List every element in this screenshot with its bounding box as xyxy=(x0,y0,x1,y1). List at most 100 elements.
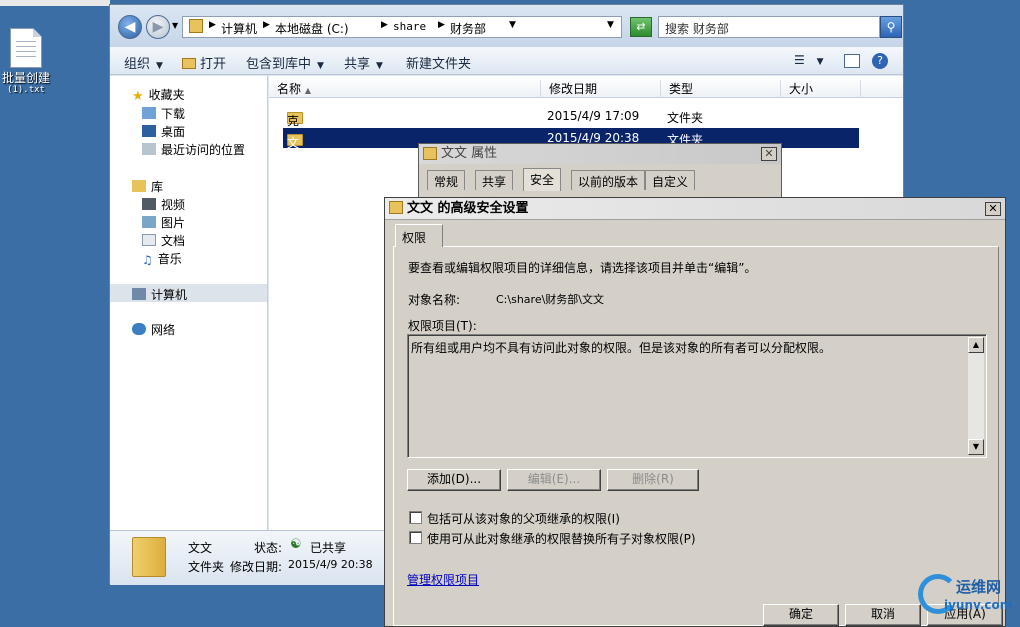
new-folder-button[interactable]: 新建文件夹 xyxy=(406,53,471,72)
nav-computer[interactable]: 计算机 xyxy=(110,284,267,302)
nav-pictures[interactable]: 图片 xyxy=(142,214,185,231)
nav-favorites[interactable]: ★ 收藏夹 xyxy=(132,86,185,104)
add-button[interactable]: 添加(D)... xyxy=(407,469,501,491)
watermark-url: iyunv.com xyxy=(944,598,1013,612)
search-icon[interactable]: ⚲ xyxy=(880,16,902,38)
object-name-value: C:\share\财务部\文文 xyxy=(496,293,604,306)
picture-icon xyxy=(142,216,156,228)
navigation-pane: ★ 收藏夹 下载 桌面 最近访问的位置 库 视频 图片 文档 ♫ 音乐 计算机 网络 xyxy=(110,76,268,530)
permission-entries-message: 所有组或用户均不具有访问此对象的权限。但是该对象的所有者可以分配权限。 xyxy=(411,341,832,355)
back-button[interactable]: ◀ xyxy=(118,15,142,39)
refresh-button[interactable]: ⇄ xyxy=(630,17,652,37)
large-folder-icon xyxy=(132,537,166,577)
address-box[interactable]: ▶ 计算机 ▶ 本地磁盘 (C:) ▶ share ▶ 财务部 ▼ ▼ xyxy=(182,16,622,38)
include-inheritable-label: 包括可从该对象的父项继承的权限(I) xyxy=(427,512,620,526)
nav-libraries[interactable]: 库 xyxy=(132,178,163,195)
detail-date-value: 2015/4/9 20:38 xyxy=(288,558,373,571)
col-size[interactable]: 大小 xyxy=(781,80,861,98)
watermark-title: 运维网 xyxy=(956,578,1002,596)
desktop-file-name: 批量创建 xyxy=(1,71,50,85)
star-icon: ★ xyxy=(132,89,144,104)
detail-state-value: 已共享 xyxy=(310,541,347,555)
crumb-share[interactable]: share xyxy=(393,20,426,33)
shared-users-icon: ☯ xyxy=(290,537,302,552)
permission-entries-list[interactable]: 所有组或用户均不具有访问此对象的权限。但是该对象的所有者可以分配权限。 ▲ ▼ xyxy=(407,334,987,458)
preview-pane-icon[interactable] xyxy=(844,54,860,68)
advanced-security-dialog: 文文 的高级安全设置 ✕ 权限 要查看或编辑权限项目的详细信息，请选择该项目并单… xyxy=(384,197,1006,627)
detail-type: 文件夹 xyxy=(188,560,225,574)
scrollbar[interactable]: ▲ ▼ xyxy=(968,337,984,455)
library-icon xyxy=(132,180,146,192)
nav-videos[interactable]: 视频 xyxy=(142,196,185,213)
download-icon xyxy=(142,107,156,119)
tab-customize[interactable]: 自定义 xyxy=(645,170,696,190)
view-options-icon[interactable]: ☰ ▼ xyxy=(794,53,824,67)
computer-icon xyxy=(132,288,146,300)
music-icon: ♫ xyxy=(142,253,153,267)
crumb-drive[interactable]: 本地磁盘 (C:) xyxy=(275,20,349,37)
col-name[interactable]: 名称 ▲ xyxy=(269,80,541,98)
share-menu[interactable]: 共享 ▼ xyxy=(344,53,383,72)
help-icon[interactable]: ? xyxy=(872,53,888,69)
properties-title-bar: 文文 属性 ✕ xyxy=(419,144,781,164)
command-bar: 组织 ▼ 打开 包含到库中 ▼ 共享 ▼ 新建文件夹 ☰ ▼ ? xyxy=(110,47,903,75)
scroll-up-icon[interactable]: ▲ xyxy=(968,337,984,353)
folder-icon xyxy=(189,19,203,33)
detail-name: 文文 xyxy=(188,541,213,555)
nav-desktop[interactable]: 桌面 xyxy=(142,123,185,140)
nav-downloads[interactable]: 下载 xyxy=(142,105,185,122)
desktop-file-icon[interactable]: 批量创建 (1).txt xyxy=(0,28,52,95)
include-in-library-menu[interactable]: 包含到库中 ▼ xyxy=(246,53,324,72)
text-file-icon xyxy=(10,28,42,68)
detail-state-label: 状态: xyxy=(254,541,283,555)
desktop-icon xyxy=(142,125,156,137)
col-type[interactable]: 类型 xyxy=(661,80,781,98)
close-icon[interactable]: ✕ xyxy=(761,147,777,161)
close-icon[interactable]: ✕ xyxy=(985,202,1001,216)
forward-button[interactable]: ▶ xyxy=(146,15,170,39)
nav-music[interactable]: ♫ 音乐 xyxy=(142,250,182,267)
properties-dialog: 文文 属性 ✕ 常规 共享 安全 以前的版本 自定义 xyxy=(418,143,782,203)
tab-security[interactable]: 安全 xyxy=(523,168,562,191)
open-button[interactable]: 打开 xyxy=(182,53,226,72)
nav-documents[interactable]: 文档 xyxy=(142,232,185,249)
network-icon xyxy=(132,323,146,335)
tab-previous-versions[interactable]: 以前的版本 xyxy=(571,170,646,190)
column-header: 名称 ▲ 修改日期 类型 大小 xyxy=(269,76,903,98)
open-folder-icon xyxy=(182,58,196,69)
cancel-button[interactable]: 取消 xyxy=(845,604,921,626)
crumb-finance[interactable]: 财务部 xyxy=(450,20,486,37)
history-dropdown-icon[interactable]: ▼ xyxy=(172,21,178,30)
tab-permissions[interactable]: 权限 xyxy=(395,224,443,247)
address-bar-area: ◀ ▶ ▼ ▶ 计算机 ▶ 本地磁盘 (C:) ▶ share ▶ 财务部 ▼ … xyxy=(110,5,903,47)
crumb-computer[interactable]: 计算机 xyxy=(221,20,257,37)
detail-date-label: 修改日期: xyxy=(230,560,283,574)
tab-general[interactable]: 常规 xyxy=(427,170,466,190)
edit-button[interactable]: 编辑(E)... xyxy=(507,469,601,491)
desktop-file-ext: (1).txt xyxy=(7,85,45,95)
address-dropdown-icon[interactable]: ▼ xyxy=(607,20,614,30)
desktop-top-strip xyxy=(0,0,110,6)
remove-button[interactable]: 删除(R) xyxy=(607,469,699,491)
search-input[interactable]: 搜索 财务部 xyxy=(658,16,880,38)
folder-icon xyxy=(389,201,403,214)
ok-button[interactable]: 确定 xyxy=(763,604,839,626)
watermark-logo: 运维网 iyunv.com xyxy=(918,572,1018,620)
nav-network[interactable]: 网络 xyxy=(132,321,175,338)
document-icon xyxy=(142,234,156,246)
col-date[interactable]: 修改日期 xyxy=(541,80,661,98)
nav-recent[interactable]: 最近访问的位置 xyxy=(142,141,245,158)
video-icon xyxy=(142,198,156,210)
scroll-down-icon[interactable]: ▼ xyxy=(968,439,984,455)
include-inheritable-checkbox[interactable] xyxy=(409,511,422,524)
folder-icon xyxy=(423,147,437,160)
recent-places-icon xyxy=(142,143,156,155)
object-name-label: 对象名称: xyxy=(408,293,461,307)
manage-permissions-link[interactable]: 管理权限项目 xyxy=(407,571,479,588)
organize-menu[interactable]: 组织 ▼ xyxy=(124,53,163,72)
tab-sharing[interactable]: 共享 xyxy=(475,170,514,190)
intro-text: 要查看或编辑权限项目的详细信息，请选择该项目并单击“编辑”。 xyxy=(408,261,757,275)
permission-entries-label: 权限项目(T): xyxy=(408,319,477,333)
replace-child-permissions-checkbox[interactable] xyxy=(409,531,422,544)
table-row[interactable]: 克克 2015/4/9 17:09 文件夹 xyxy=(283,106,859,145)
